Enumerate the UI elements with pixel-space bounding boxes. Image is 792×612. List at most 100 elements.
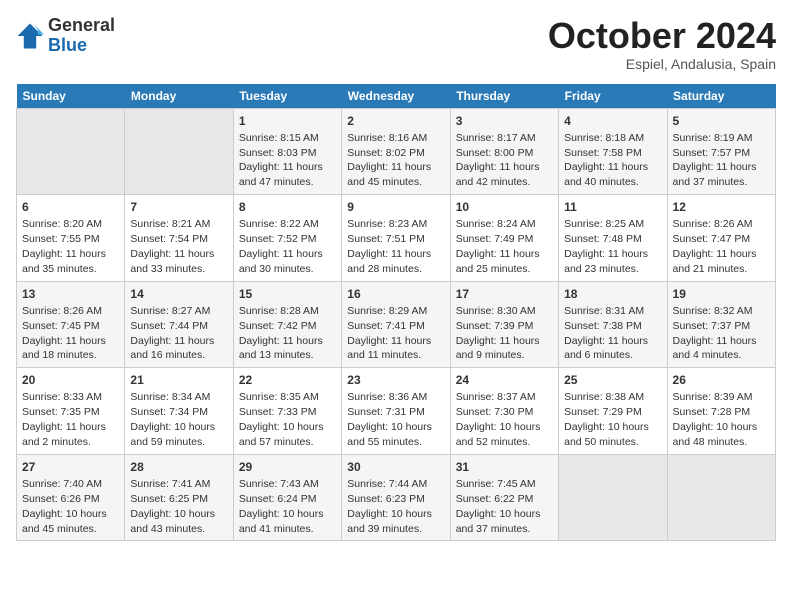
day-info: Sunrise: 8:32 AMSunset: 7:37 PMDaylight:…	[673, 305, 757, 362]
day-number: 20	[22, 372, 119, 388]
day-info: Sunrise: 8:29 AMSunset: 7:41 PMDaylight:…	[347, 305, 431, 362]
calendar-cell: 6 Sunrise: 8:20 AMSunset: 7:55 PMDaylight…	[17, 195, 125, 282]
calendar-cell: 22Sunrise: 8:35 AMSunset: 7:33 PMDayligh…	[233, 368, 341, 455]
calendar-cell: 9Sunrise: 8:23 AMSunset: 7:51 PMDaylight…	[342, 195, 450, 282]
calendar-cell	[17, 108, 125, 195]
header-monday: Monday	[125, 84, 233, 109]
day-number: 13	[22, 286, 119, 302]
calendar-body: 1Sunrise: 8:15 AMSunset: 8:03 PMDaylight…	[17, 108, 776, 541]
calendar-cell: 8 Sunrise: 8:22 AMSunset: 7:52 PMDaylight…	[233, 195, 341, 282]
day-number: 8	[239, 199, 336, 215]
calendar-cell: 27Sunrise: 7:40 AMSunset: 6:26 PMDayligh…	[17, 454, 125, 541]
day-number: 9	[347, 199, 444, 215]
calendar-week-4: 27Sunrise: 7:40 AMSunset: 6:26 PMDayligh…	[17, 454, 776, 541]
day-number: 26	[673, 372, 770, 388]
day-number: 4	[564, 113, 661, 129]
day-info: Sunrise: 8:26 AMSunset: 7:45 PMDaylight:…	[22, 305, 106, 362]
calendar-cell: 13 Sunrise: 8:26 AMSunset: 7:45 PMDayligh…	[17, 281, 125, 368]
day-number: 15	[239, 286, 336, 302]
calendar-week-3: 20 Sunrise: 8:33 AMSunset: 7:35 PMDayligh…	[17, 368, 776, 455]
day-info: Sunrise: 7:45 AMSunset: 6:22 PMDaylight:…	[456, 478, 541, 535]
calendar-cell: 11 Sunrise: 8:25 AMSunset: 7:48 PMDayligh…	[559, 195, 667, 282]
logo-text: General Blue	[48, 16, 115, 56]
day-info: Sunrise: 8:20 AMSunset: 7:55 PMDaylight:…	[22, 218, 106, 275]
calendar-cell	[559, 454, 667, 541]
day-number: 22	[239, 372, 336, 388]
day-number: 28	[130, 459, 227, 475]
header-sunday: Sunday	[17, 84, 125, 109]
header-thursday: Thursday	[450, 84, 558, 109]
day-number: 1	[239, 113, 336, 129]
calendar-cell: 20 Sunrise: 8:33 AMSunset: 7:35 PMDayligh…	[17, 368, 125, 455]
day-number: 6	[22, 199, 119, 215]
day-info: Sunrise: 8:37 AMSunset: 7:30 PMDaylight:…	[456, 391, 541, 448]
calendar-cell	[125, 108, 233, 195]
day-number: 14	[130, 286, 227, 302]
day-number: 5	[673, 113, 770, 129]
calendar-cell: 14Sunrise: 8:27 AMSunset: 7:44 PMDayligh…	[125, 281, 233, 368]
calendar-cell: 24 Sunrise: 8:37 AMSunset: 7:30 PMDayligh…	[450, 368, 558, 455]
day-info: Sunrise: 7:44 AMSunset: 6:23 PMDaylight:…	[347, 478, 432, 535]
calendar-table: Sunday Monday Tuesday Wednesday Thursday…	[16, 84, 776, 542]
calendar-cell: 5 Sunrise: 8:19 AMSunset: 7:57 PMDaylight…	[667, 108, 775, 195]
calendar-cell: 18 Sunrise: 8:31 AMSunset: 7:38 PMDayligh…	[559, 281, 667, 368]
page-header: General Blue October 2024 Espiel, Andalu…	[16, 16, 776, 72]
calendar-cell: 23 Sunrise: 8:36 AMSunset: 7:31 PMDayligh…	[342, 368, 450, 455]
day-number: 17	[456, 286, 553, 302]
day-info: Sunrise: 8:39 AMSunset: 7:28 PMDaylight:…	[673, 391, 758, 448]
title-block: October 2024 Espiel, Andalusia, Spain	[548, 16, 776, 72]
day-number: 23	[347, 372, 444, 388]
day-info: Sunrise: 8:34 AMSunset: 7:34 PMDaylight:…	[130, 391, 215, 448]
header-friday: Friday	[559, 84, 667, 109]
day-info: Sunrise: 8:19 AMSunset: 7:57 PMDaylight:…	[673, 132, 757, 189]
day-number: 24	[456, 372, 553, 388]
calendar-cell: 21Sunrise: 8:34 AMSunset: 7:34 PMDayligh…	[125, 368, 233, 455]
calendar-cell: 17 Sunrise: 8:30 AMSunset: 7:39 PMDayligh…	[450, 281, 558, 368]
calendar-header: Sunday Monday Tuesday Wednesday Thursday…	[17, 84, 776, 109]
calendar-week-2: 13 Sunrise: 8:26 AMSunset: 7:45 PMDayligh…	[17, 281, 776, 368]
logo-blue-text: Blue	[48, 36, 115, 56]
day-number: 10	[456, 199, 553, 215]
calendar-cell: 26 Sunrise: 8:39 AMSunset: 7:28 PMDayligh…	[667, 368, 775, 455]
calendar-cell: 3 Sunrise: 8:17 AMSunset: 8:00 PMDaylight…	[450, 108, 558, 195]
day-info: Sunrise: 8:31 AMSunset: 7:38 PMDaylight:…	[564, 305, 648, 362]
day-info: Sunrise: 8:17 AMSunset: 8:00 PMDaylight:…	[456, 132, 540, 189]
day-info: Sunrise: 8:18 AMSunset: 7:58 PMDaylight:…	[564, 132, 648, 189]
day-number: 31	[456, 459, 553, 475]
calendar-cell	[667, 454, 775, 541]
calendar-cell: 30Sunrise: 7:44 AMSunset: 6:23 PMDayligh…	[342, 454, 450, 541]
calendar-cell: 7 Sunrise: 8:21 AMSunset: 7:54 PMDaylight…	[125, 195, 233, 282]
day-info: Sunrise: 8:25 AMSunset: 7:48 PMDaylight:…	[564, 218, 648, 275]
day-info: Sunrise: 8:38 AMSunset: 7:29 PMDaylight:…	[564, 391, 649, 448]
day-number: 7	[130, 199, 227, 215]
header-wednesday: Wednesday	[342, 84, 450, 109]
calendar-cell: 19 Sunrise: 8:32 AMSunset: 7:37 PMDayligh…	[667, 281, 775, 368]
calendar-week-0: 1Sunrise: 8:15 AMSunset: 8:03 PMDaylight…	[17, 108, 776, 195]
day-info: Sunrise: 8:33 AMSunset: 7:35 PMDaylight:…	[22, 391, 106, 448]
day-info: Sunrise: 8:21 AMSunset: 7:54 PMDaylight:…	[130, 218, 214, 275]
calendar-cell: 4 Sunrise: 8:18 AMSunset: 7:58 PMDaylight…	[559, 108, 667, 195]
day-info: Sunrise: 8:24 AMSunset: 7:49 PMDaylight:…	[456, 218, 540, 275]
calendar-cell: 28 Sunrise: 7:41 AMSunset: 6:25 PMDayligh…	[125, 454, 233, 541]
location-subtitle: Espiel, Andalusia, Spain	[548, 56, 776, 72]
calendar-week-1: 6 Sunrise: 8:20 AMSunset: 7:55 PMDaylight…	[17, 195, 776, 282]
month-title: October 2024	[548, 16, 776, 56]
day-number: 16	[347, 286, 444, 302]
header-row: Sunday Monday Tuesday Wednesday Thursday…	[17, 84, 776, 109]
day-info: Sunrise: 7:43 AMSunset: 6:24 PMDaylight:…	[239, 478, 324, 535]
header-saturday: Saturday	[667, 84, 775, 109]
calendar-cell: 31 Sunrise: 7:45 AMSunset: 6:22 PMDayligh…	[450, 454, 558, 541]
day-number: 19	[673, 286, 770, 302]
day-number: 25	[564, 372, 661, 388]
day-info: Sunrise: 8:22 AMSunset: 7:52 PMDaylight:…	[239, 218, 323, 275]
day-number: 18	[564, 286, 661, 302]
day-number: 29	[239, 459, 336, 475]
day-info: Sunrise: 7:41 AMSunset: 6:25 PMDaylight:…	[130, 478, 215, 535]
day-info: Sunrise: 8:36 AMSunset: 7:31 PMDaylight:…	[347, 391, 432, 448]
day-info: Sunrise: 8:28 AMSunset: 7:42 PMDaylight:…	[239, 305, 323, 362]
day-number: 3	[456, 113, 553, 129]
day-number: 12	[673, 199, 770, 215]
day-info: Sunrise: 8:30 AMSunset: 7:39 PMDaylight:…	[456, 305, 540, 362]
day-number: 11	[564, 199, 661, 215]
calendar-cell: 15 Sunrise: 8:28 AMSunset: 7:42 PMDayligh…	[233, 281, 341, 368]
